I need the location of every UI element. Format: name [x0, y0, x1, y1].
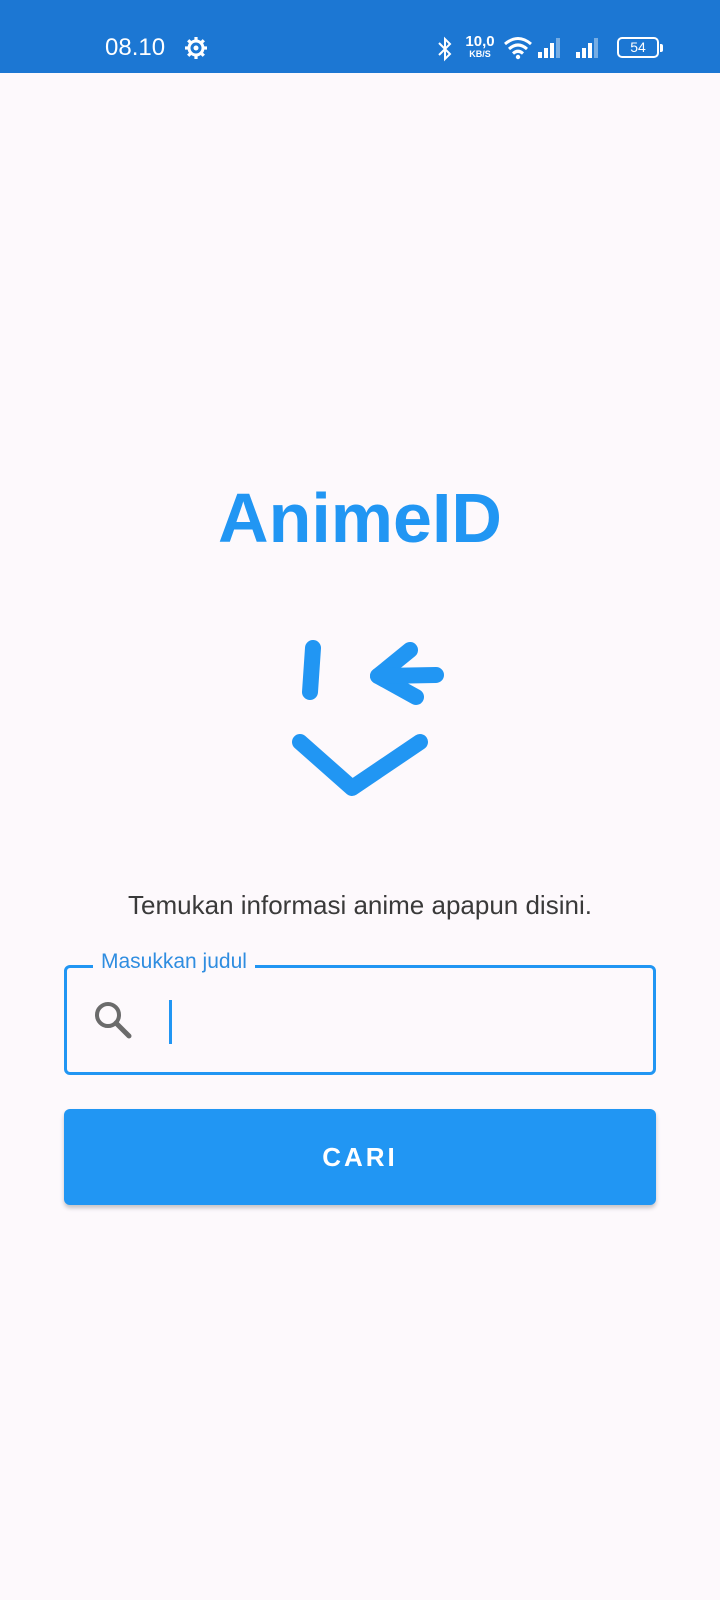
network-speed-value: 10,0	[465, 33, 495, 50]
search-input[interactable]	[167, 992, 627, 1048]
battery-level: 54	[630, 39, 646, 55]
signal-icon	[538, 38, 560, 58]
search-field[interactable]: Masukkan judul	[64, 950, 656, 1075]
signal-icon	[576, 38, 598, 58]
status-bar: 08.10 10,0 KB/S 54	[0, 0, 720, 73]
bluetooth-icon	[438, 36, 452, 62]
text-cursor	[169, 1000, 172, 1044]
network-speed-unit: KB/S	[469, 49, 491, 59]
search-icon	[95, 1002, 132, 1039]
wifi-icon	[504, 37, 532, 60]
face-logo-icon	[292, 640, 444, 796]
search-button[interactable]: CARI	[64, 1109, 656, 1205]
app-title: AnimeID	[218, 479, 502, 557]
network-speed: 10,0 KB/S	[462, 34, 498, 59]
status-time: 08.10	[105, 34, 166, 61]
gear-icon	[185, 37, 207, 59]
search-field-label: Masukkan judul	[93, 950, 255, 974]
tagline: Temukan informasi anime apapun disini.	[128, 890, 592, 920]
battery-icon: 54	[617, 37, 663, 58]
